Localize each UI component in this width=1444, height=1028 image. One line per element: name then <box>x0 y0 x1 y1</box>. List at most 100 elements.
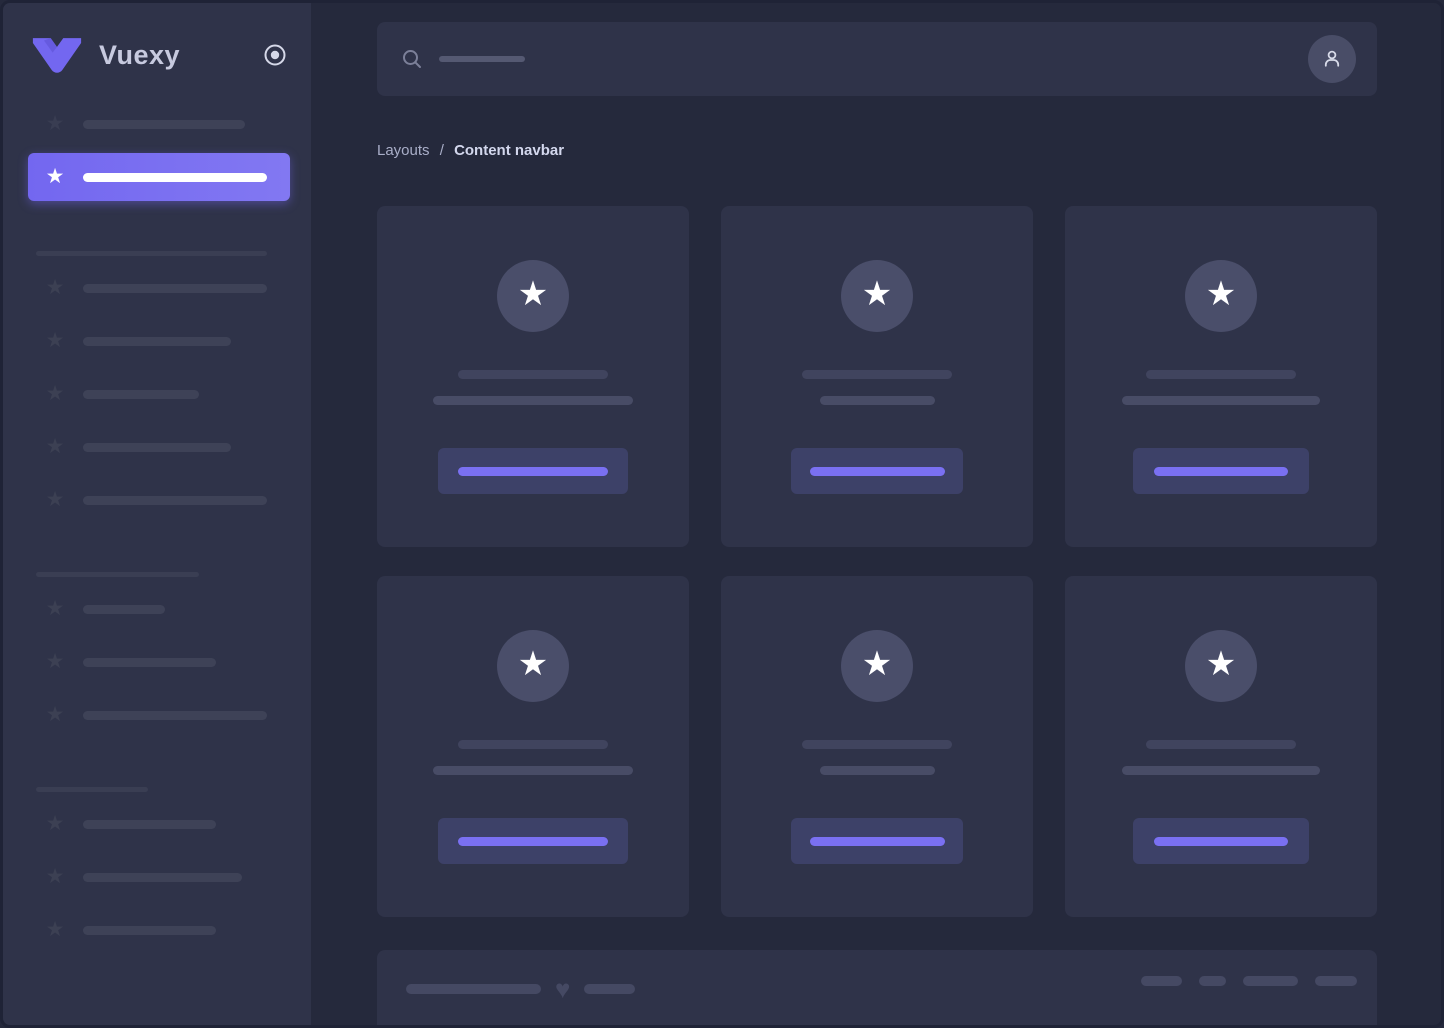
sidebar-item[interactable]: ★ <box>3 276 311 300</box>
card-button[interactable] <box>1133 448 1309 494</box>
sidebar-item[interactable]: ★ <box>3 865 311 889</box>
skeleton-bar <box>1243 976 1298 986</box>
skeleton-bar <box>83 926 216 935</box>
skeleton-bar <box>406 984 541 994</box>
sidebar-item[interactable]: ★ <box>3 703 311 727</box>
top-navbar <box>377 22 1377 96</box>
vuexy-logo-icon <box>30 35 84 76</box>
skeleton-bar <box>83 711 267 720</box>
star-icon: ★ <box>43 276 67 300</box>
skeleton-bar <box>433 766 633 775</box>
skeleton-bar <box>458 740 608 749</box>
app-window: Vuexy ★ ★ ★ ★ ★ <box>0 0 1444 1028</box>
star-icon: ★ <box>862 277 892 311</box>
section-divider-bar <box>36 251 267 256</box>
skeleton-bar <box>1315 976 1357 986</box>
card-button[interactable] <box>438 448 628 494</box>
skeleton-bar <box>1154 467 1288 476</box>
skeleton-bar <box>802 740 952 749</box>
footer-links <box>1141 976 1357 986</box>
global-search[interactable] <box>401 48 525 70</box>
sidebar-item[interactable]: ★ <box>3 435 311 459</box>
search-icon <box>401 48 423 70</box>
skeleton-bar <box>83 873 242 882</box>
star-icon: ★ <box>518 647 548 681</box>
breadcrumb-current: Content navbar <box>454 142 564 159</box>
skeleton-bar <box>83 284 267 293</box>
sidebar-item[interactable]: ★ <box>3 382 311 406</box>
star-icon: ★ <box>43 597 67 621</box>
skeleton-bar <box>810 467 945 476</box>
sidebar-item[interactable]: ★ <box>3 329 311 353</box>
demo-card: ★ <box>1065 206 1377 547</box>
breadcrumb-separator: / <box>440 142 444 159</box>
star-icon: ★ <box>43 918 67 942</box>
card-button[interactable] <box>791 448 963 494</box>
user-avatar[interactable] <box>1308 35 1356 83</box>
main-content: Layouts / Content navbar ★ ★ <box>377 22 1377 1028</box>
card-grid: ★ ★ ★ <box>377 206 1377 917</box>
skeleton-bar <box>1146 370 1296 379</box>
skeleton-bar <box>83 496 267 505</box>
star-icon: ★ <box>43 488 67 512</box>
card-avatar-circle: ★ <box>1185 260 1257 332</box>
skeleton-bar <box>802 370 952 379</box>
sidebar-item[interactable]: ★ <box>3 597 311 621</box>
skeleton-bar <box>83 390 199 399</box>
skeleton-bar <box>1154 837 1288 846</box>
skeleton-bar <box>1199 976 1226 986</box>
star-icon: ★ <box>43 865 67 889</box>
breadcrumb-link-layouts[interactable]: Layouts <box>377 142 430 159</box>
heart-icon: ♥ <box>555 976 570 1002</box>
demo-card: ★ <box>721 576 1033 917</box>
section-divider-bar <box>36 572 199 577</box>
star-icon: ★ <box>518 277 548 311</box>
skeleton-bar <box>458 837 608 846</box>
card-avatar-circle: ★ <box>841 630 913 702</box>
card-button[interactable] <box>1133 818 1309 864</box>
card-avatar-circle: ★ <box>497 260 569 332</box>
sidebar-item[interactable]: ★ <box>3 918 311 942</box>
skeleton-bar <box>810 837 945 846</box>
sidebar-item[interactable]: ★ <box>3 112 311 136</box>
demo-card: ★ <box>721 206 1033 547</box>
star-icon: ★ <box>1206 647 1236 681</box>
skeleton-bar <box>1122 396 1320 405</box>
breadcrumb: Layouts / Content navbar <box>377 142 1377 160</box>
sidebar-item[interactable]: ★ <box>3 488 311 512</box>
card-button[interactable] <box>438 818 628 864</box>
sidebar-item[interactable]: ★ <box>3 650 311 674</box>
skeleton-bar <box>1146 740 1296 749</box>
demo-card: ★ <box>1065 576 1377 917</box>
skeleton-bar <box>458 467 608 476</box>
skeleton-bar <box>83 173 267 182</box>
brand[interactable]: Vuexy <box>3 3 311 77</box>
star-icon: ★ <box>43 382 67 406</box>
menu-pin-toggle-icon[interactable] <box>263 43 287 67</box>
sidebar-item-active[interactable]: ★ <box>28 153 290 201</box>
skeleton-bar <box>433 396 633 405</box>
skeleton-bar <box>83 337 231 346</box>
skeleton-bar <box>439 56 525 62</box>
sidebar: Vuexy ★ ★ ★ ★ ★ <box>3 3 311 1025</box>
card-button[interactable] <box>791 818 963 864</box>
star-icon: ★ <box>43 703 67 727</box>
star-icon: ★ <box>862 647 892 681</box>
skeleton-bar <box>83 443 231 452</box>
skeleton-bar <box>458 370 608 379</box>
skeleton-bar <box>83 605 165 614</box>
card-avatar-circle: ★ <box>497 630 569 702</box>
skeleton-bar <box>1141 976 1182 986</box>
footer-card: ♥ <box>377 950 1377 1028</box>
brand-name: Vuexy <box>99 40 180 71</box>
star-icon: ★ <box>43 435 67 459</box>
card-avatar-circle: ★ <box>1185 630 1257 702</box>
card-avatar-circle: ★ <box>841 260 913 332</box>
star-icon: ★ <box>43 650 67 674</box>
skeleton-bar <box>820 396 935 405</box>
person-icon <box>1320 47 1344 71</box>
section-divider-bar <box>36 787 148 792</box>
sidebar-item[interactable]: ★ <box>3 812 311 836</box>
demo-card: ★ <box>377 576 689 917</box>
footer-left: ♥ <box>406 976 635 1002</box>
